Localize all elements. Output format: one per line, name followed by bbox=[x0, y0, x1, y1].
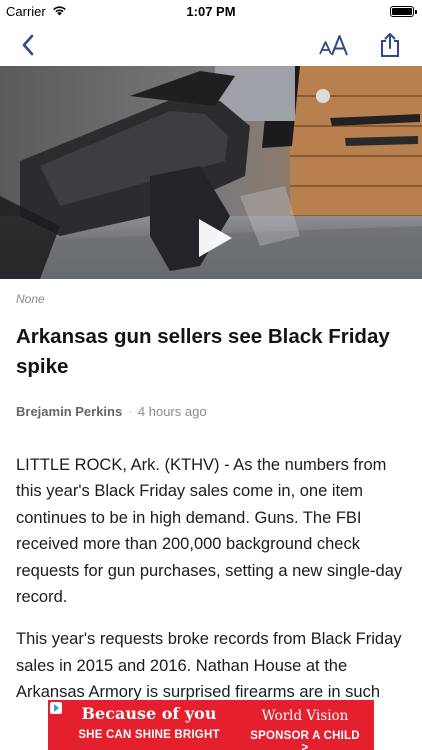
battery-fill bbox=[392, 8, 412, 15]
article-category: None bbox=[16, 292, 45, 306]
byline: Brejamin Perkins · 4 hours ago bbox=[16, 404, 207, 419]
nav-bar bbox=[0, 22, 422, 66]
article-paragraph: This year's requests broke records from … bbox=[16, 630, 402, 702]
text-size-icon bbox=[319, 35, 348, 56]
article-headline: Arkansas gun sellers see Black Friday sp… bbox=[16, 325, 390, 378]
banner-ad[interactable]: Because of you SHE CAN SHINE BRIGHT Worl… bbox=[48, 700, 374, 750]
chevron-left-icon bbox=[22, 34, 34, 56]
video-thumbnail[interactable] bbox=[0, 66, 422, 279]
font-size-button[interactable] bbox=[314, 28, 354, 62]
status-time: 1:07 PM bbox=[186, 4, 236, 19]
ad-headline: Because of you bbox=[81, 704, 217, 723]
byline-separator: · bbox=[128, 405, 132, 418]
ad-message: Because of you SHE CAN SHINE BRIGHT bbox=[58, 704, 240, 741]
publish-time: 4 hours ago bbox=[137, 404, 207, 419]
play-icon[interactable] bbox=[193, 216, 235, 260]
ad-subline: SHE CAN SHINE BRIGHT bbox=[78, 729, 220, 741]
status-bar: Carrier 1:07 PM bbox=[0, 0, 422, 22]
battery-icon bbox=[390, 6, 417, 17]
article-paragraph: LITTLE ROCK, Ark. (KTHV) - As the number… bbox=[16, 456, 403, 607]
author-name[interactable]: Brejamin Perkins bbox=[16, 404, 122, 419]
ad-brand-logo: World Vision bbox=[261, 708, 349, 724]
share-button[interactable] bbox=[372, 28, 408, 62]
ad-cta-button[interactable]: SPONSOR A CHILD > bbox=[246, 730, 364, 750]
back-button[interactable] bbox=[10, 28, 46, 62]
ad-sponsor: World Vision SPONSOR A CHILD > bbox=[246, 708, 364, 750]
share-icon bbox=[381, 33, 399, 57]
article-body: LITTLE ROCK, Ark. (KTHV) - As the number… bbox=[16, 452, 408, 722]
